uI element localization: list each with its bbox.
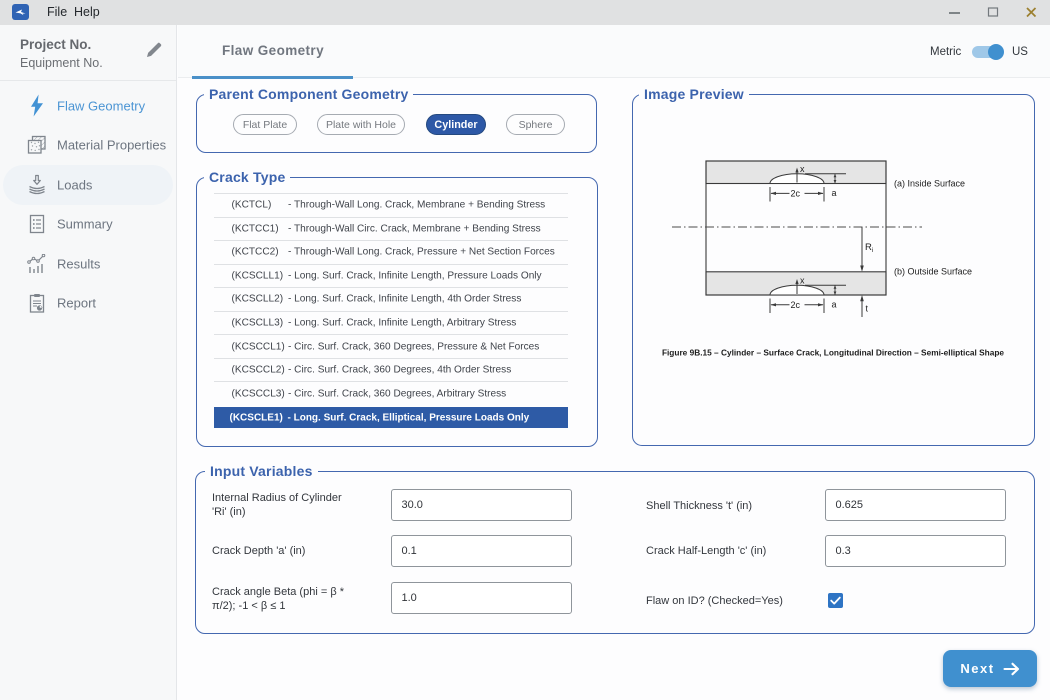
svg-text:Ri: Ri <box>865 242 873 254</box>
svg-text:2c: 2c <box>790 188 800 198</box>
svg-text:Figure 9B.15 – Cylinder – Surf: Figure 9B.15 – Cylinder – Surface Crack,… <box>661 347 1003 357</box>
svg-text:t: t <box>865 303 868 313</box>
svg-text:a: a <box>831 299 836 309</box>
svg-text:x: x <box>800 275 805 285</box>
svg-text:a: a <box>831 188 836 198</box>
svg-text:2c: 2c <box>790 300 800 310</box>
svg-text:x: x <box>800 164 805 174</box>
svg-text:(a) Inside Surface: (a) Inside Surface <box>894 178 965 188</box>
svg-text:(b) Outside Surface: (b) Outside Surface <box>894 266 972 276</box>
